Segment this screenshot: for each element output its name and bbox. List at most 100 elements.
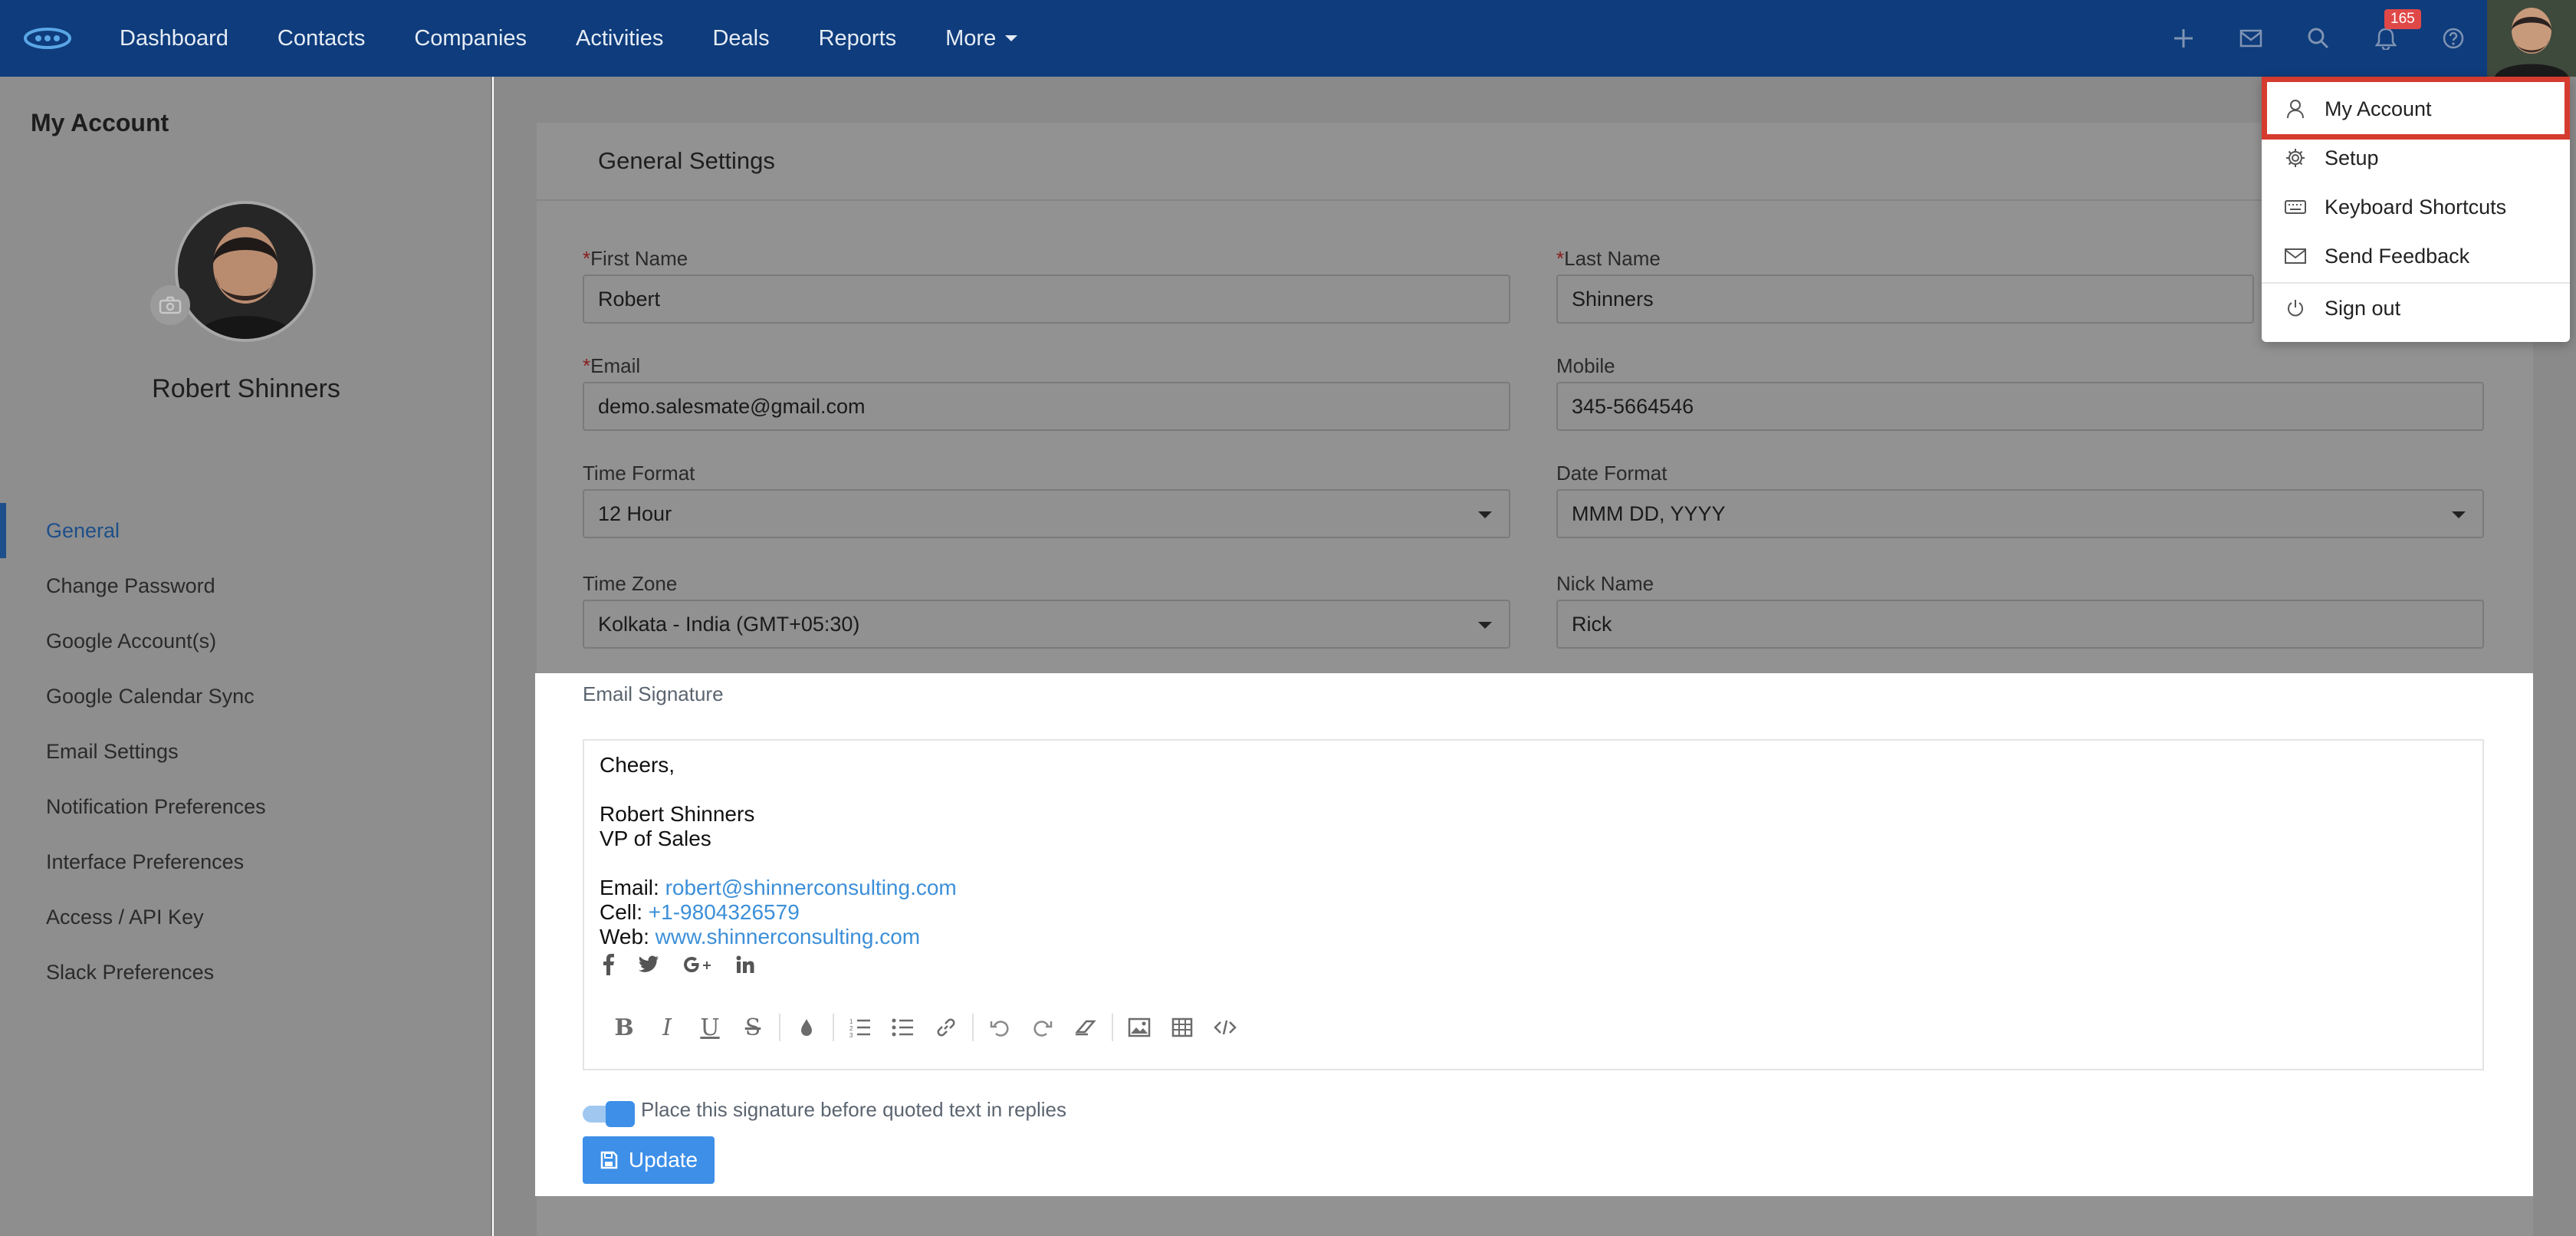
time-format-label: Time Format [583, 462, 695, 485]
sidebar-item-general[interactable]: General [0, 503, 491, 558]
toolbar-divider [1112, 1014, 1113, 1041]
twitter-icon[interactable] [638, 955, 659, 978]
top-navigation-bar: Dashboard Contacts Companies Activities … [0, 0, 2576, 77]
insert-image-icon[interactable] [1118, 1011, 1161, 1044]
caret-down-icon [1005, 35, 1018, 41]
time-format-value: 12 Hour [598, 501, 672, 525]
text-color-icon[interactable] [785, 1011, 828, 1044]
help-icon[interactable] [2420, 0, 2487, 77]
required-marker: * [583, 247, 591, 270]
nav-more-label: More [945, 25, 997, 51]
sidebar-title: My Account [31, 109, 169, 136]
mobile-value: 345-5664546 [1572, 394, 1694, 418]
nav-activities[interactable]: Activities [576, 26, 663, 51]
user-avatar[interactable] [2487, 0, 2576, 77]
sidebar-item-slack-preferences[interactable]: Slack Preferences [0, 945, 491, 1000]
sidebar-item-google-calendar-sync[interactable]: Google Calendar Sync [0, 669, 491, 724]
signature-greeting: Cheers, [600, 753, 675, 777]
nav-reports[interactable]: Reports [819, 26, 897, 51]
profile-name: Robert Shinners [152, 374, 340, 403]
date-format-select[interactable]: MMM DD, YYYY [1556, 489, 2484, 538]
first-name-field[interactable]: Robert [583, 274, 1510, 324]
signature-title: VP of Sales [600, 827, 711, 850]
signature-social-icons [603, 954, 754, 979]
signature-placement-label: Place this signature before quoted text … [641, 1098, 1067, 1121]
menu-item-label: Keyboard Shortcuts [2325, 195, 2507, 219]
time-zone-label: Time Zone [583, 572, 678, 595]
signature-content[interactable]: Cheers, Robert Shinners VP of Sales Emai… [600, 753, 957, 949]
signature-cell-link[interactable]: +1-9804326579 [649, 900, 800, 924]
signature-placement-toggle[interactable] [583, 1101, 635, 1127]
sidebar-item-interface-preferences[interactable]: Interface Preferences [0, 834, 491, 889]
svg-text:1: 1 [849, 1018, 853, 1025]
email-field[interactable]: demo.salesmate@gmail.com [583, 382, 1510, 431]
sidebar-item-notification-preferences[interactable]: Notification Preferences [0, 779, 491, 834]
search-icon[interactable] [2285, 0, 2352, 77]
page-title: General Settings [598, 147, 775, 174]
nav-dashboard[interactable]: Dashboard [120, 26, 228, 51]
sidebar-item-api-key[interactable]: Access / API Key [0, 889, 491, 945]
menu-item-keyboard-shortcuts[interactable]: Keyboard Shortcuts [2262, 182, 2570, 232]
last-name-field[interactable]: Shinners [1556, 274, 2254, 324]
ordered-list-icon[interactable]: 123 [839, 1011, 882, 1044]
code-view-icon[interactable] [1204, 1011, 1247, 1044]
svg-text:2: 2 [849, 1025, 853, 1032]
required-marker: * [1556, 247, 1565, 270]
date-format-value: MMM DD, YYYY [1572, 501, 1726, 525]
mobile-field[interactable]: 345-5664546 [1556, 382, 2484, 431]
menu-item-label: Send Feedback [2325, 244, 2470, 268]
menu-item-setup[interactable]: Setup [2262, 133, 2570, 182]
change-photo-camera-icon[interactable] [150, 285, 190, 325]
first-name-label-text: First Name [590, 247, 688, 270]
email-signature-label: Email Signature [583, 682, 724, 705]
required-marker: * [583, 354, 591, 377]
italic-icon[interactable]: I [646, 1011, 688, 1044]
time-format-select[interactable]: 12 Hour [583, 489, 1510, 538]
sidebar-item-change-password[interactable]: Change Password [0, 558, 491, 613]
mobile-label: Mobile [1556, 354, 1615, 377]
nav-deals[interactable]: Deals [712, 26, 769, 51]
undo-icon[interactable] [978, 1011, 1021, 1044]
strikethrough-icon[interactable]: S [731, 1011, 774, 1044]
sidebar-item-google-accounts[interactable]: Google Account(s) [0, 613, 491, 669]
power-icon [2285, 298, 2306, 318]
signature-email-link[interactable]: robert@shinnerconsulting.com [665, 876, 957, 899]
insert-table-icon[interactable] [1161, 1011, 1204, 1044]
underline-icon[interactable]: U [688, 1011, 731, 1044]
profile-avatar [175, 201, 316, 342]
email-label: *Email [583, 354, 640, 378]
redo-icon[interactable] [1021, 1011, 1064, 1044]
svg-text:3: 3 [849, 1032, 853, 1037]
linkedin-icon[interactable] [736, 955, 754, 978]
unordered-list-icon[interactable] [882, 1011, 925, 1044]
menu-item-send-feedback[interactable]: Send Feedback [2262, 232, 2570, 281]
mail-icon[interactable] [2217, 0, 2285, 77]
notifications-bell-icon[interactable]: 165 [2352, 0, 2421, 77]
add-icon[interactable] [2150, 0, 2217, 77]
first-name-label: *First Name [583, 247, 688, 271]
sidebar-item-email-settings[interactable]: Email Settings [0, 724, 491, 779]
signature-web-link[interactable]: www.shinnerconsulting.com [656, 925, 921, 948]
facebook-icon[interactable] [603, 954, 615, 979]
link-icon[interactable] [925, 1011, 968, 1044]
nav-contacts[interactable]: Contacts [278, 26, 365, 51]
nick-name-field[interactable]: Rick [1556, 600, 2484, 649]
menu-item-sign-out[interactable]: Sign out [2262, 284, 2570, 333]
time-zone-select[interactable]: Kolkata - India (GMT+05:30) [583, 600, 1510, 649]
app-logo-icon[interactable] [23, 26, 72, 51]
signature-cell-line: Cell: +1-9804326579 [600, 900, 957, 925]
nav-companies[interactable]: Companies [414, 26, 527, 51]
last-name-label-text: Last Name [1564, 247, 1661, 270]
toolbar-divider [972, 1014, 974, 1041]
nav-more[interactable]: More [945, 25, 1018, 51]
account-sidebar: My Account Robert Shinners General Chang… [0, 77, 492, 1236]
chevron-down-icon [1478, 511, 1492, 518]
signature-blank-line [600, 851, 957, 876]
update-button[interactable]: Update [583, 1136, 715, 1184]
update-button-label: Update [628, 1148, 698, 1172]
bold-icon[interactable]: B [603, 1011, 646, 1044]
toolbar-divider [833, 1014, 834, 1041]
envelope-icon [2285, 248, 2306, 265]
google-plus-icon[interactable] [682, 955, 713, 978]
clear-formatting-eraser-icon[interactable] [1064, 1011, 1107, 1044]
